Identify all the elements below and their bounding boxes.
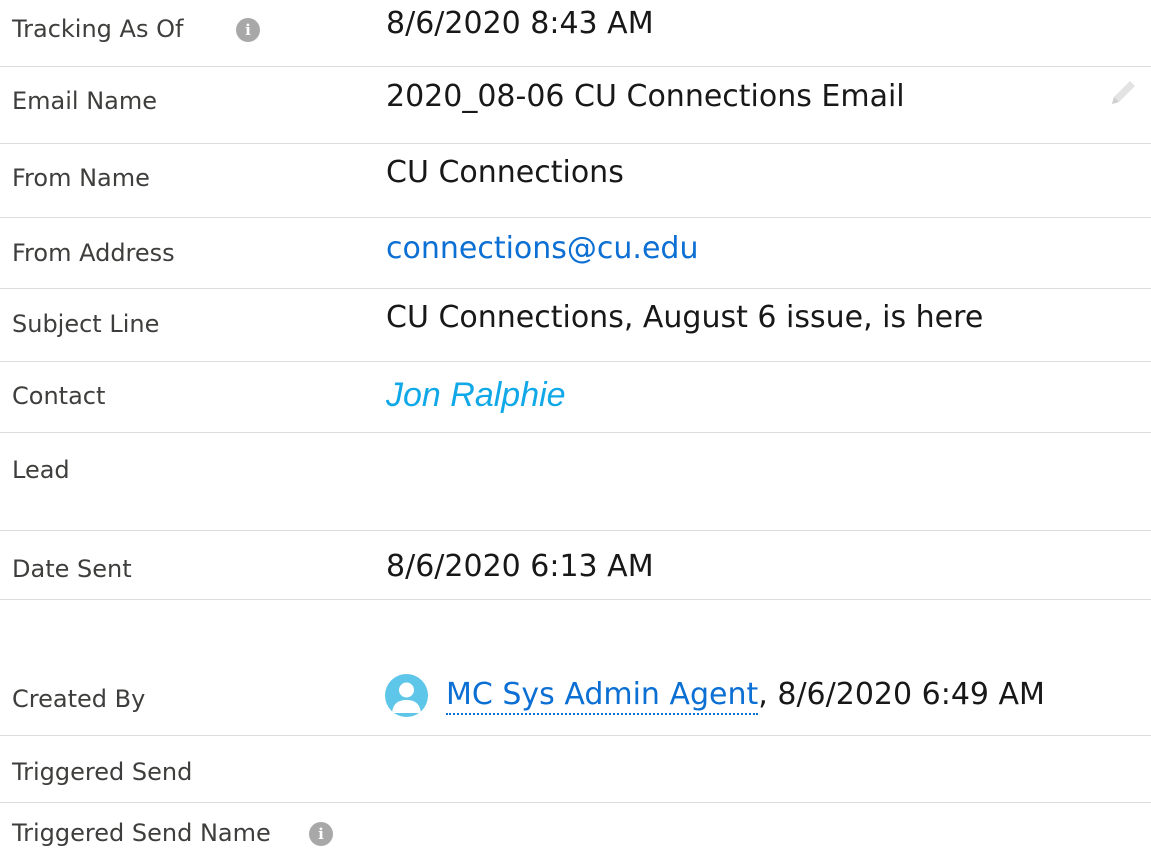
field-row-from-name: From Name CU Connections [0,144,1151,217]
pencil-icon[interactable] [1106,76,1140,110]
field-label-triggered-send-name: Triggered Send Name [12,819,271,847]
field-label-email-name: Email Name [12,87,158,115]
field-label-date-sent: Date Sent [12,555,132,583]
field-row-subject-line: Subject Line CU Connections, August 6 is… [0,289,1151,361]
field-row-email-name: Email Name 2020_08-06 CU Connections Ema… [0,67,1151,143]
field-label-triggered-send: Triggered Send [12,758,193,786]
field-value-email-name: 2020_08-06 CU Connections Email [386,79,905,114]
person-icon [392,682,421,713]
field-label-from-name: From Name [12,164,150,192]
info-icon[interactable]: i [236,18,260,42]
field-row-triggered-send-name: Triggered Send Name i [0,803,1151,857]
field-value-created-by: MC Sys Admin Agent, 8/6/2020 6:49 AM [446,677,1045,715]
from-address-link[interactable]: connections@cu.edu [386,231,698,266]
field-row-date-sent: Date Sent 8/6/2020 6:13 AM [0,531,1151,599]
field-label-subject-line: Subject Line [12,310,160,338]
field-row-contact: Contact Jon Ralphie [0,362,1151,432]
field-row-triggered-send: Triggered Send [0,736,1151,802]
email-send-details: Tracking As Of i 8/6/2020 8:43 AM Email … [0,0,1151,857]
field-label-created-by: Created By [12,685,146,713]
field-label-contact: Contact [12,382,106,410]
field-row-tracking-as-of: Tracking As Of i 8/6/2020 8:43 AM [0,0,1151,66]
field-row-from-address: From Address connections@cu.edu [0,218,1151,288]
field-value-tracking-as-of: 8/6/2020 8:43 AM [386,6,654,41]
created-by-date: 8/6/2020 6:49 AM [777,677,1045,712]
field-value-from-name: CU Connections [386,155,624,190]
created-by-separator: , [758,677,778,712]
info-icon[interactable]: i [309,822,333,846]
field-label-tracking-as-of: Tracking As Of [12,15,184,43]
field-value-date-sent: 8/6/2020 6:13 AM [386,549,654,584]
field-row-lead: Lead [0,433,1151,530]
created-by-user-link[interactable]: MC Sys Admin Agent [446,677,759,715]
field-value-subject-line: CU Connections, August 6 issue, is here [386,300,984,335]
field-label-from-address: From Address [12,239,175,267]
user-avatar-icon[interactable] [385,674,428,717]
field-label-lead: Lead [12,456,70,484]
contact-link[interactable]: Jon Ralphie [386,376,566,415]
